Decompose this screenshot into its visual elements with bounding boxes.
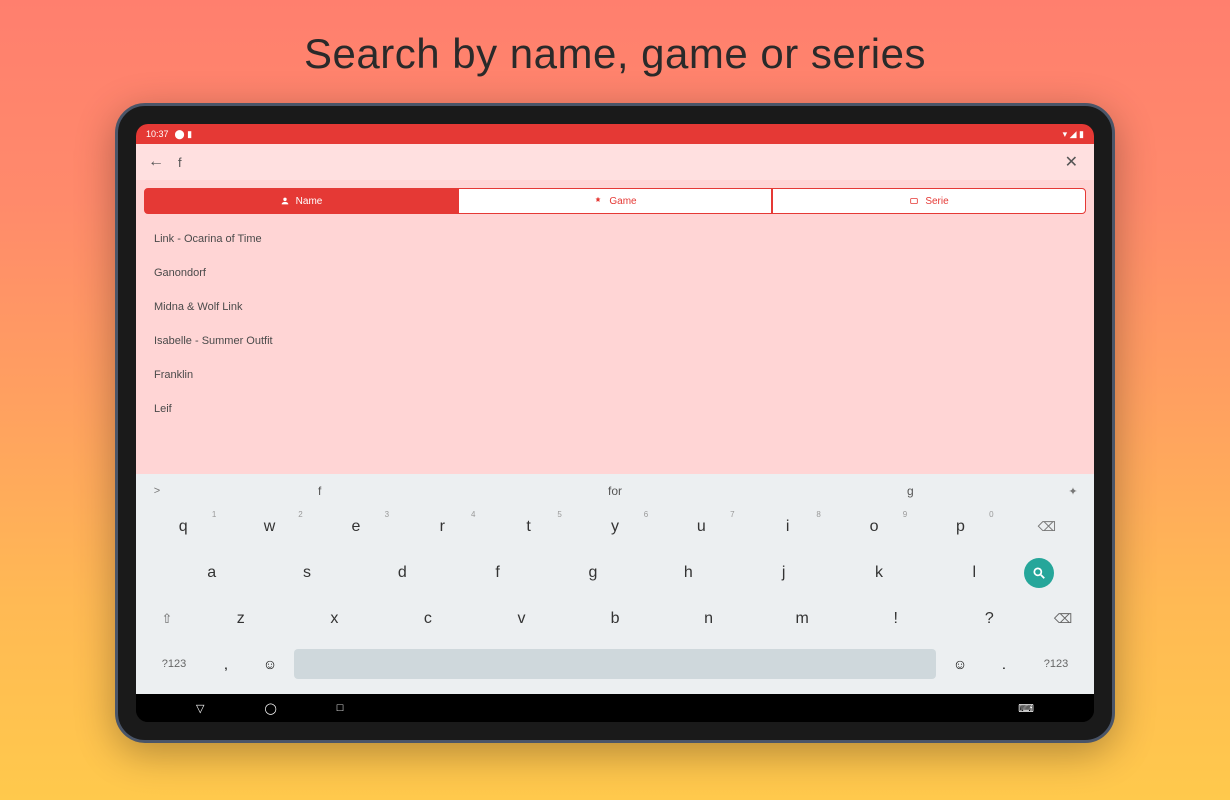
suggestion-expand-icon[interactable]: > bbox=[142, 485, 172, 497]
key-c[interactable]: c bbox=[383, 600, 473, 638]
nav-home-icon[interactable]: ◯ bbox=[264, 702, 276, 715]
key-y[interactable]: y6 bbox=[574, 508, 656, 546]
promo-title: Search by name, game or series bbox=[304, 30, 926, 78]
key-i[interactable]: i8 bbox=[747, 508, 829, 546]
key-h[interactable]: h bbox=[643, 554, 734, 592]
list-item[interactable]: Ganondorf bbox=[136, 256, 1094, 290]
status-time: 10:37 bbox=[146, 129, 169, 139]
kb-row-1: q1 w2 e3 r4 t5 y6 u7 i8 o9 p0 ⌫ bbox=[142, 504, 1088, 550]
key-search[interactable] bbox=[1024, 558, 1054, 588]
key-o[interactable]: o9 bbox=[833, 508, 915, 546]
suggestion-item[interactable]: g bbox=[763, 484, 1058, 498]
series-icon bbox=[909, 196, 919, 206]
key-b[interactable]: b bbox=[570, 600, 660, 638]
list-item[interactable]: Midna & Wolf Link bbox=[136, 290, 1094, 324]
on-screen-keyboard: > f for g ✦ q1 w2 e3 r4 t5 y6 u7 i8 o9 p… bbox=[136, 474, 1094, 694]
search-input[interactable]: f bbox=[178, 155, 1051, 170]
key-numswitch-right[interactable]: ?123 bbox=[1028, 658, 1084, 670]
key-s[interactable]: s bbox=[261, 554, 352, 592]
key-d[interactable]: d bbox=[357, 554, 448, 592]
key-w[interactable]: w2 bbox=[228, 508, 310, 546]
key-emoji[interactable]: ☺ bbox=[250, 656, 290, 672]
key-g[interactable]: g bbox=[547, 554, 638, 592]
key-z[interactable]: z bbox=[196, 600, 286, 638]
tab-label: Game bbox=[609, 196, 636, 207]
key-exclaim[interactable]: ! bbox=[851, 600, 941, 638]
tablet-screen: 10:37 ⬤ ▮ ▾ ◢ ▮ ← f ✕ Name Game bbox=[136, 124, 1094, 722]
suggestion-row: > f for g ✦ bbox=[142, 478, 1088, 504]
suggestion-item[interactable]: f bbox=[172, 484, 467, 498]
status-icons-right: ▾ ◢ ▮ bbox=[1063, 129, 1084, 140]
tab-label: Serie bbox=[925, 196, 948, 207]
search-bar: ← f ✕ bbox=[136, 144, 1094, 180]
key-v[interactable]: v bbox=[477, 600, 567, 638]
kb-row-bottom: ?123 , ☺ ☺ . ?123 bbox=[142, 642, 1088, 686]
nav-keyboard-icon[interactable]: ⌨ bbox=[1018, 702, 1034, 715]
tab-label: Name bbox=[296, 196, 323, 207]
person-icon bbox=[280, 196, 290, 206]
suggestion-more-icon[interactable]: ✦ bbox=[1058, 485, 1088, 498]
kb-row-3: ⇧ z x c v b n m ! ? ⌫ bbox=[142, 596, 1088, 642]
key-p[interactable]: p0 bbox=[919, 508, 1001, 546]
key-q[interactable]: q1 bbox=[142, 508, 224, 546]
key-u[interactable]: u7 bbox=[660, 508, 742, 546]
android-nav-bar: ▽ ◯ □ ⌨ bbox=[136, 694, 1094, 722]
status-bar: 10:37 ⬤ ▮ ▾ ◢ ▮ bbox=[136, 124, 1094, 144]
key-comma[interactable]: , bbox=[206, 656, 246, 672]
nav-recent-icon[interactable]: □ bbox=[337, 702, 344, 715]
list-item[interactable]: Isabelle - Summer Outfit bbox=[136, 324, 1094, 358]
list-item[interactable]: Link - Ocarina of Time bbox=[136, 222, 1094, 256]
key-t[interactable]: t5 bbox=[487, 508, 569, 546]
key-space[interactable] bbox=[294, 649, 936, 679]
list-item[interactable]: Franklin bbox=[136, 358, 1094, 392]
key-emoji-right[interactable]: ☺ bbox=[940, 656, 980, 672]
key-x[interactable]: x bbox=[290, 600, 380, 638]
key-delete[interactable]: ⌫ bbox=[1038, 600, 1088, 638]
key-period[interactable]: . bbox=[984, 656, 1024, 672]
key-a[interactable]: a bbox=[166, 554, 257, 592]
tab-game[interactable]: Game bbox=[458, 188, 772, 214]
key-question[interactable]: ? bbox=[945, 600, 1035, 638]
search-icon bbox=[1032, 566, 1046, 580]
key-j[interactable]: j bbox=[738, 554, 829, 592]
key-numswitch-left[interactable]: ?123 bbox=[146, 658, 202, 670]
results-list: Link - Ocarina of Time Ganondorf Midna &… bbox=[136, 218, 1094, 474]
key-m[interactable]: m bbox=[757, 600, 847, 638]
status-icons-left: ⬤ ▮ bbox=[175, 129, 193, 140]
key-e[interactable]: e3 bbox=[315, 508, 397, 546]
key-l[interactable]: l bbox=[929, 554, 1020, 592]
tab-name[interactable]: Name bbox=[144, 188, 458, 214]
gamepad-icon bbox=[593, 196, 603, 206]
kb-row-2: a s d f g h j k l bbox=[142, 550, 1088, 596]
back-icon[interactable]: ← bbox=[148, 153, 164, 171]
nav-back-icon[interactable]: ▽ bbox=[196, 702, 204, 715]
key-f[interactable]: f bbox=[452, 554, 543, 592]
list-item[interactable]: Leif bbox=[136, 392, 1094, 426]
key-shift[interactable]: ⇧ bbox=[142, 600, 192, 638]
suggestion-item[interactable]: for bbox=[467, 484, 762, 498]
key-k[interactable]: k bbox=[833, 554, 924, 592]
tablet-frame: 10:37 ⬤ ▮ ▾ ◢ ▮ ← f ✕ Name Game bbox=[115, 103, 1115, 743]
key-r[interactable]: r4 bbox=[401, 508, 483, 546]
tab-serie[interactable]: Serie bbox=[772, 188, 1086, 214]
clear-icon[interactable]: ✕ bbox=[1065, 152, 1082, 172]
filter-tabs: Name Game Serie bbox=[136, 180, 1094, 218]
key-n[interactable]: n bbox=[664, 600, 754, 638]
key-backspace[interactable]: ⌫ bbox=[1006, 508, 1088, 546]
